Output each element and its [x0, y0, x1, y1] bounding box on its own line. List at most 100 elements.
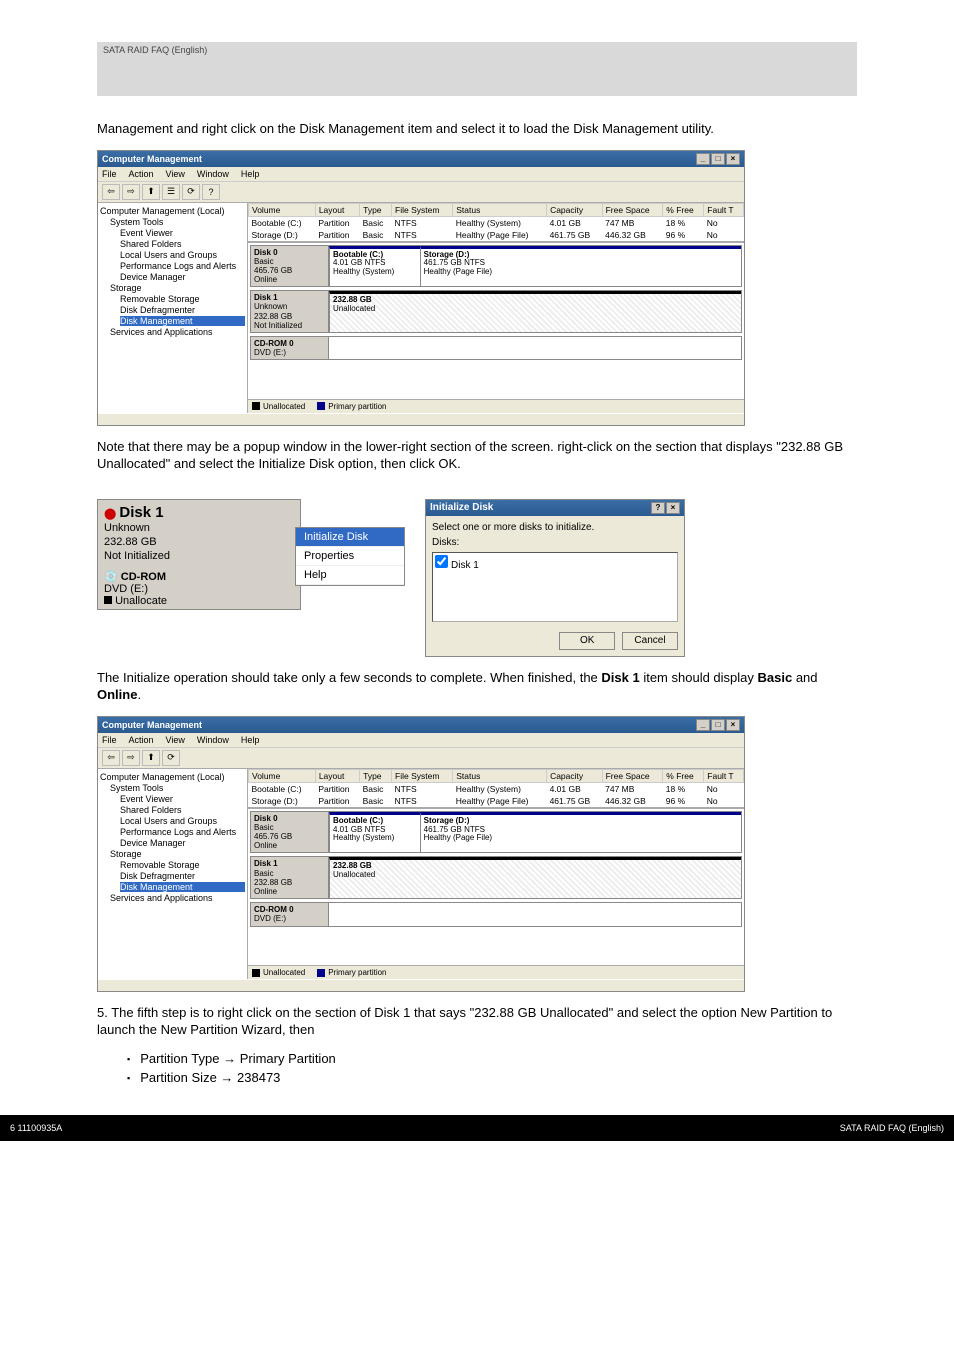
tree-disk-management[interactable]: Disk Management — [120, 882, 245, 892]
back-icon[interactable]: ⇦ — [102, 184, 120, 200]
partition[interactable]: Bootable (C:)4.01 GB NTFSHealthy (System… — [329, 812, 420, 853]
paragraph-2: Note that there may be a popup window in… — [97, 438, 857, 473]
minimize-icon[interactable]: _ — [696, 153, 710, 165]
menu-window[interactable]: Window — [197, 169, 229, 179]
partition[interactable]: 232.88 GBUnallocated — [329, 857, 741, 898]
maximize-icon[interactable]: □ — [711, 153, 725, 165]
tree-device-manager[interactable]: Device Manager — [120, 272, 245, 282]
disk-row[interactable]: CD-ROM 0DVD (E:) — [250, 336, 742, 360]
tree-local-users[interactable]: Local Users and Groups — [120, 816, 245, 826]
menu-view[interactable]: View — [166, 169, 185, 179]
disk-row[interactable]: Disk 0Basic465.76 GBOnlineBootable (C:)4… — [250, 811, 742, 854]
col-fs[interactable]: File System — [392, 203, 453, 216]
menu-file[interactable]: File — [102, 735, 117, 745]
up-icon[interactable]: ⬆ — [142, 750, 160, 766]
maximize-icon[interactable]: □ — [711, 719, 725, 731]
ok-button[interactable]: OK — [559, 632, 615, 650]
disk1-state: Not Initialized — [104, 550, 294, 564]
refresh-icon[interactable]: ⟳ — [162, 750, 180, 766]
menu-help[interactable]: Help — [296, 566, 404, 585]
col-free[interactable]: Free Space — [602, 203, 663, 216]
col-type[interactable]: Type — [360, 203, 392, 216]
disk-row[interactable]: Disk 1Basic232.88 GBOnline232.88 GBUnall… — [250, 856, 742, 899]
tree-root[interactable]: Computer Management (Local) — [100, 772, 245, 782]
tree-event-viewer[interactable]: Event Viewer — [120, 794, 245, 804]
col-volume[interactable]: Volume — [249, 203, 316, 216]
header-label: SATA RAID FAQ (English) — [103, 45, 207, 55]
menu-view[interactable]: View — [166, 735, 185, 745]
properties-icon[interactable]: ☰ — [162, 184, 180, 200]
nav-tree[interactable]: Computer Management (Local) System Tools… — [98, 203, 248, 413]
tree-shared-folders[interactable]: Shared Folders — [120, 805, 245, 815]
disk1-size: 232.88 GB — [104, 536, 294, 550]
tree-perf-logs[interactable]: Performance Logs and Alerts — [120, 261, 245, 271]
close-icon[interactable]: × — [726, 719, 740, 731]
forward-icon[interactable]: ⇨ — [122, 750, 140, 766]
tree-system-tools[interactable]: System Tools — [110, 783, 245, 793]
menu-help[interactable]: Help — [241, 735, 260, 745]
menu-action[interactable]: Action — [129, 169, 154, 179]
disk-checkbox-item[interactable]: Disk 1 — [435, 560, 479, 571]
disk-map: Disk 0Basic465.76 GBOnlineBootable (C:)4… — [248, 807, 744, 965]
nav-tree[interactable]: Computer Management (Local) System Tools… — [98, 769, 248, 979]
tree-storage[interactable]: Storage — [110, 283, 245, 293]
table-row[interactable]: Bootable (C:)PartitionBasicNTFSHealthy (… — [249, 216, 744, 229]
dialog-close-icon[interactable]: × — [666, 502, 680, 514]
forward-icon[interactable]: ⇨ — [122, 184, 140, 200]
titlebar[interactable]: Computer Management _ □ × — [98, 151, 744, 167]
tree-services[interactable]: Services and Applications — [110, 327, 245, 337]
tree-event-viewer[interactable]: Event Viewer — [120, 228, 245, 238]
tree-device-manager[interactable]: Device Manager — [120, 838, 245, 848]
close-icon[interactable]: × — [726, 153, 740, 165]
tree-local-users[interactable]: Local Users and Groups — [120, 250, 245, 260]
cancel-button[interactable]: Cancel — [622, 632, 678, 650]
computer-management-window-2: Computer Management _ □ × File Action Vi… — [97, 716, 745, 992]
partition[interactable]: Bootable (C:)4.01 GB NTFSHealthy (System… — [329, 246, 420, 287]
tree-removable[interactable]: Removable Storage — [120, 860, 245, 870]
tree-storage[interactable]: Storage — [110, 849, 245, 859]
menu-window[interactable]: Window — [197, 735, 229, 745]
disk-row[interactable]: Disk 1Unknown232.88 GBNot Initialized232… — [250, 290, 742, 333]
up-icon[interactable]: ⬆ — [142, 184, 160, 200]
footer-right: SATA RAID FAQ (English) — [840, 1123, 944, 1133]
computer-management-window-1: Computer Management _ □ × File Action Vi… — [97, 150, 745, 426]
col-layout[interactable]: Layout — [315, 203, 359, 216]
partition[interactable]: 232.88 GBUnallocated — [329, 291, 741, 332]
menu-file[interactable]: File — [102, 169, 117, 179]
tree-root[interactable]: Computer Management (Local) — [100, 206, 245, 216]
statusbar — [98, 979, 744, 991]
tree-removable[interactable]: Removable Storage — [120, 294, 245, 304]
help-icon[interactable]: ? — [202, 184, 220, 200]
tree-defrag[interactable]: Disk Defragmenter — [120, 305, 245, 315]
tree-services[interactable]: Services and Applications — [110, 893, 245, 903]
disk1-checkbox[interactable] — [435, 555, 448, 568]
tree-perf-logs[interactable]: Performance Logs and Alerts — [120, 827, 245, 837]
table-row[interactable]: Storage (D:)PartitionBasicNTFSHealthy (P… — [249, 795, 744, 807]
col-fault[interactable]: Fault T — [704, 203, 744, 216]
tree-disk-management[interactable]: Disk Management — [120, 316, 245, 326]
menu-properties[interactable]: Properties — [296, 547, 404, 566]
partition[interactable]: Storage (D:)461.75 GB NTFSHealthy (Page … — [420, 246, 741, 287]
col-capacity[interactable]: Capacity — [547, 203, 603, 216]
back-icon[interactable]: ⇦ — [102, 750, 120, 766]
refresh-icon[interactable]: ⟳ — [182, 184, 200, 200]
tree-defrag[interactable]: Disk Defragmenter — [120, 871, 245, 881]
tree-shared-folders[interactable]: Shared Folders — [120, 239, 245, 249]
disk-row[interactable]: Disk 0Basic465.76 GBOnlineBootable (C:)4… — [250, 245, 742, 288]
toolbar: ⇦ ⇨ ⬆ ☰ ⟳ ? — [98, 182, 744, 203]
dialog-help-icon[interactable]: ? — [651, 502, 665, 514]
col-status[interactable]: Status — [453, 203, 547, 216]
tree-system-tools[interactable]: System Tools — [110, 217, 245, 227]
table-row[interactable]: Bootable (C:)PartitionBasicNTFSHealthy (… — [249, 782, 744, 795]
partition[interactable]: Storage (D:)461.75 GB NTFSHealthy (Page … — [420, 812, 741, 853]
minimize-icon[interactable]: _ — [696, 719, 710, 731]
menu-initialize-disk[interactable]: Initialize Disk — [296, 528, 404, 547]
col-pct[interactable]: % Free — [663, 203, 704, 216]
menu-help[interactable]: Help — [241, 169, 260, 179]
disk-row[interactable]: CD-ROM 0DVD (E:) — [250, 902, 742, 926]
titlebar[interactable]: Computer Management _ □ × — [98, 717, 744, 733]
disk1-label: Disk 1 — [119, 504, 163, 521]
page-footer: 6 11100935A SATA RAID FAQ (English) — [0, 1115, 954, 1141]
menu-action[interactable]: Action — [129, 735, 154, 745]
table-row[interactable]: Storage (D:)PartitionBasicNTFSHealthy (P… — [249, 229, 744, 241]
